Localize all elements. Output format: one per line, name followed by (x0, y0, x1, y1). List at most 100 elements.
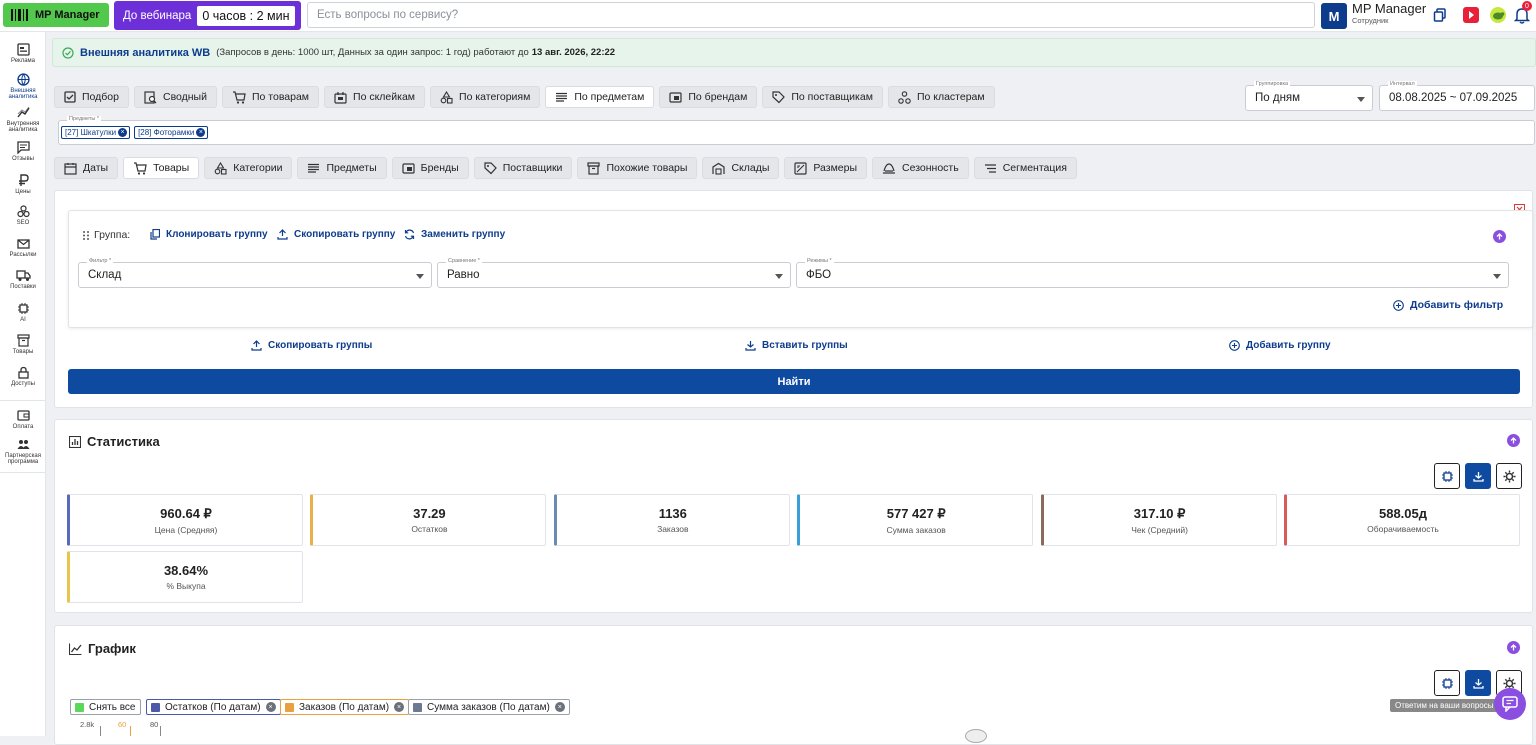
sidebar-item-ads[interactable]: Реклама (0, 43, 46, 64)
tab-dates[interactable]: Даты (54, 157, 119, 179)
tab-subjects[interactable]: Предметы (297, 157, 387, 179)
chip-icon (1441, 470, 1453, 482)
legend-clear-all[interactable]: Снять все (70, 699, 141, 715)
tab-by-categories[interactable]: По категориям (430, 86, 541, 108)
replace-group-button[interactable]: Заменить группу (404, 229, 505, 240)
clone-group-button[interactable]: Клонировать группу (150, 229, 268, 240)
tab-selection[interactable]: Подбор (54, 86, 129, 108)
tab-suppliers[interactable]: Поставщики (473, 157, 573, 179)
close-icon[interactable]: × (394, 702, 405, 712)
subjects-chips: [27] Шкатулки × [28] Фоторамки × (61, 126, 212, 139)
stat-card: 37.29 Остатков (310, 494, 547, 546)
tab-by-suppliers[interactable]: По поставщикам (762, 86, 883, 108)
sidebar-item-mailings[interactable]: Рассылки (0, 237, 46, 258)
sidebar-item-seo[interactable]: SEO (0, 205, 46, 226)
interval-picker[interactable]: Интервал 08.08.2025 ~ 07.09.2025 (1379, 81, 1535, 111)
bell-icon[interactable]: 0 (1514, 1, 1532, 24)
chat-button[interactable] (1494, 688, 1526, 720)
app-logo[interactable]: MP Manager (3, 3, 109, 27)
download-chart-button[interactable] (1465, 670, 1491, 696)
check-square-icon (64, 91, 76, 103)
globe-icon (16, 73, 30, 86)
copy-group-label: Скопировать группу (294, 229, 396, 240)
statistics-settings-button[interactable] (1496, 463, 1522, 489)
sidebar-item-products[interactable]: Товары (0, 334, 46, 355)
collapse-statistics-icon[interactable] (1507, 434, 1520, 447)
sidebar-item-external-analytics[interactable]: Внешняя аналитика (0, 73, 46, 101)
paste-groups-button[interactable]: Вставить группы (745, 340, 848, 351)
sidebar-item-payment[interactable]: Оплата (0, 409, 46, 430)
tab-products[interactable]: Товары (123, 157, 200, 179)
tab-summary[interactable]: Сводный (133, 86, 217, 108)
sidebar-item-partner-program[interactable]: Партнерская программа (0, 438, 46, 466)
tab-similar-products[interactable]: Похожие товары (577, 157, 698, 179)
collapse-chart-icon[interactable] (1507, 641, 1520, 654)
subject-chip[interactable]: [28] Фоторамки × (134, 126, 209, 139)
close-icon[interactable]: × (118, 128, 128, 137)
logo-barcode-icon (11, 9, 28, 21)
tab-warehouses[interactable]: Склады (702, 157, 780, 179)
drag-handle-icon[interactable] (82, 230, 90, 241)
sidebar-item-label: SEO (16, 220, 30, 226)
video-icon[interactable] (1463, 7, 1479, 23)
close-icon[interactable]: × (554, 702, 565, 712)
sidebar-item-internal-analytics[interactable]: Внутренняя аналитика (0, 106, 46, 134)
tab-segmentation[interactable]: Сегментация (973, 157, 1077, 179)
tab-brands[interactable]: Бренды (391, 157, 469, 179)
tab-sizes[interactable]: Размеры (784, 157, 868, 179)
tab-by-products[interactable]: По товарам (221, 86, 320, 108)
add-group-button[interactable]: Добавить группу (1229, 340, 1331, 351)
search-input[interactable]: Есть вопросы по сервису? (307, 2, 1315, 28)
glue-icon (334, 91, 347, 104)
copy-group-button[interactable]: Скопировать группу (277, 229, 395, 240)
chart-ai-button[interactable] (1434, 670, 1460, 696)
legend-orders[interactable]: Заказов (По датам) × (280, 699, 410, 715)
stat-value: 960.64 ₽ (160, 505, 212, 521)
mode-select[interactable]: Режимы * ФБО (796, 258, 1509, 288)
sidebar-item-access[interactable]: Доступы (0, 366, 46, 387)
sidebar-item-ai[interactable]: AI (0, 302, 46, 323)
sidebar-item-label: Товары (12, 349, 34, 355)
copy-icon[interactable] (1433, 8, 1447, 22)
legend-order-sum[interactable]: Сумма заказов (По датам) × (408, 699, 570, 715)
compare-select[interactable]: Сравнение * Равно (437, 258, 791, 288)
turtle-icon[interactable] (1489, 6, 1507, 24)
tab-by-clusters[interactable]: По кластерам (887, 86, 995, 108)
find-button[interactable]: Найти (68, 369, 1520, 394)
seo-icon (16, 205, 30, 218)
user-name: MP Manager (1352, 1, 1427, 16)
subject-chip[interactable]: [27] Шкатулки × (61, 126, 131, 139)
download-statistics-button[interactable] (1465, 463, 1491, 489)
mode-label: Режимы * (805, 258, 834, 264)
sidebar-item-label: Цены (15, 189, 31, 195)
filter-field-select[interactable]: Фильтр * Склад (78, 258, 432, 288)
user-info[interactable]: MP Manager Сотрудник (1352, 2, 1426, 25)
close-icon[interactable]: × (265, 702, 276, 712)
sidebar-item-prices[interactable]: Цены (0, 174, 46, 195)
tab-seasonality[interactable]: Сезонность (872, 157, 969, 179)
tab-by-brands[interactable]: По брендам (659, 86, 758, 108)
sidebar-item-label: Оплата (12, 424, 34, 430)
tab-by-glues[interactable]: По склейкам (324, 86, 426, 108)
search-placeholder: Есть вопросы по сервису? (317, 9, 459, 21)
sidebar-item-label: Отзывы (12, 156, 34, 162)
tab-label: Категории (233, 162, 283, 174)
subjects-field[interactable]: Предметы * [27] Шкатулки × [28] Фоторамки… (58, 116, 1535, 145)
copy-groups-button[interactable]: Скопировать группы (251, 340, 372, 351)
collapse-group-icon[interactable] (1493, 230, 1506, 243)
interval-label: Интервал (1388, 81, 1417, 87)
chevron-down-icon (416, 274, 424, 279)
shapes-icon (440, 90, 453, 104)
legend-stock[interactable]: Остатков (По датам) × (146, 699, 281, 715)
grouping-select[interactable]: Группировка По дням (1245, 81, 1373, 111)
add-filter-button[interactable]: Добавить фильтр (1393, 299, 1503, 311)
sidebar-item-reviews[interactable]: Отзывы (0, 141, 46, 162)
avatar[interactable]: M (1321, 3, 1347, 29)
webinar-countdown[interactable]: До вебинара 0 часов : 2 мин (114, 1, 301, 30)
tab-by-subjects[interactable]: По предметам (545, 86, 655, 108)
sidebar-item-supplies[interactable]: Поставки (0, 269, 46, 290)
chip-label: [27] Шкатулки (65, 128, 117, 137)
close-icon[interactable]: × (196, 128, 206, 137)
tab-categories[interactable]: Категории (204, 157, 293, 179)
ai-analyze-button[interactable] (1434, 463, 1460, 489)
